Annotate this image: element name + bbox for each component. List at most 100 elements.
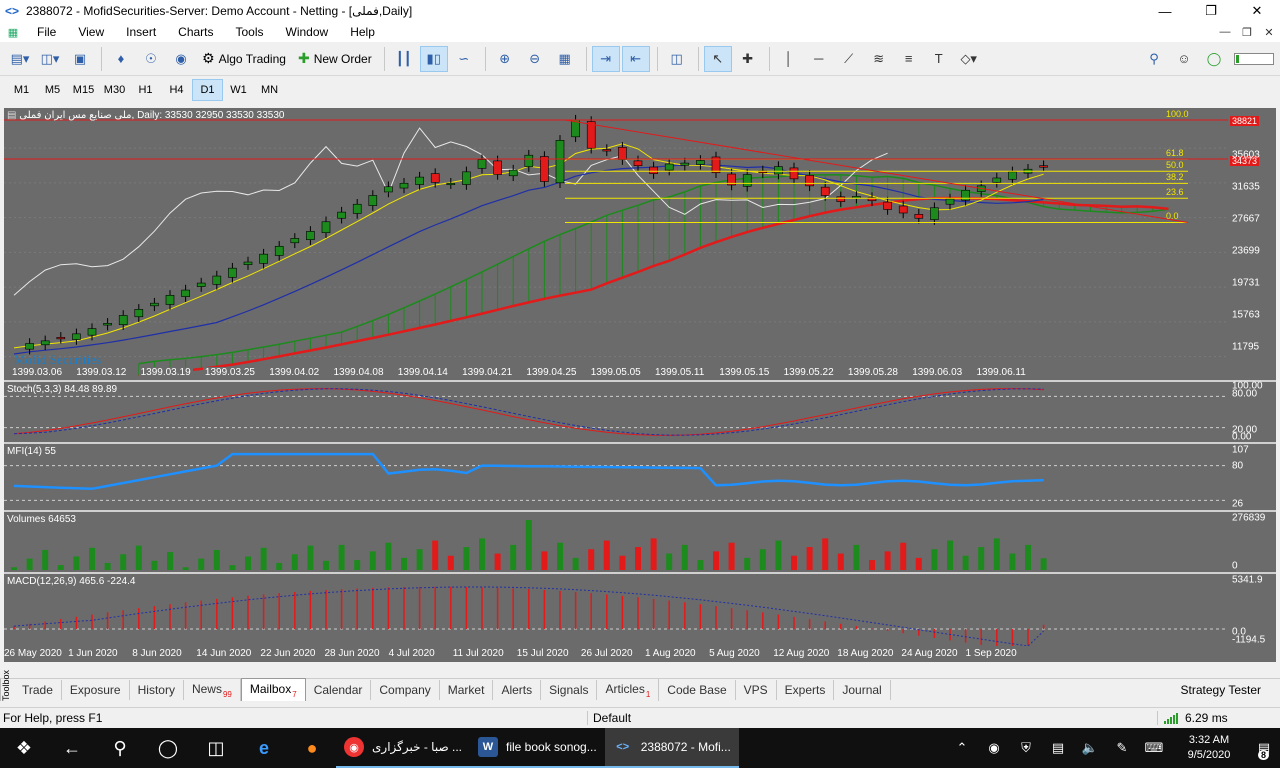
tab-trade[interactable]: Trade: [14, 679, 62, 700]
tab-calendar[interactable]: Calendar: [306, 679, 372, 700]
search-icon[interactable]: ⚲: [1140, 46, 1168, 72]
minimize-button[interactable]: —: [1142, 0, 1188, 22]
new-order-button[interactable]: ✚ New Order: [293, 46, 377, 72]
equidistant-channel-icon[interactable]: ≋: [865, 46, 893, 72]
vertical-line-icon[interactable]: │: [775, 46, 803, 72]
tile-windows-icon[interactable]: ▦: [551, 46, 579, 72]
taskbar-app-metatrader[interactable]: <> 2388072 - Mofi...: [604, 728, 739, 768]
fibonacci-icon[interactable]: ≡: [895, 46, 923, 72]
strategy-tester-icon[interactable]: ▣: [66, 46, 94, 72]
tab-mailbox[interactable]: Mailbox7: [240, 678, 306, 701]
volumes-pane[interactable]: Volumes 64653: [4, 512, 1228, 572]
search-icon[interactable]: ⚲: [96, 728, 144, 768]
shapes-icon[interactable]: ◇▾: [955, 46, 983, 72]
tab-alerts[interactable]: Alerts: [493, 679, 542, 700]
time-axis[interactable]: 26 May 2020 1 Jun 2020 8 Jun 2020 14 Jun 20…: [4, 646, 1276, 662]
timeframe-w1[interactable]: W1: [223, 79, 254, 101]
trendline-icon[interactable]: ⟋: [835, 46, 863, 72]
chart-shift-icon[interactable]: ⇤: [621, 45, 650, 72]
menu-tools[interactable]: Tools: [225, 22, 275, 42]
system-clock[interactable]: 3:32 AM 9/5/2020: [1170, 733, 1248, 763]
close-button[interactable]: ✕: [1234, 0, 1280, 22]
tab-company[interactable]: Company: [371, 679, 440, 700]
horizontal-line-icon[interactable]: ─: [805, 46, 833, 72]
menu-help[interactable]: Help: [339, 22, 386, 42]
navigator-icon[interactable]: ☉: [137, 46, 165, 72]
crosshair-icon[interactable]: ✚: [734, 46, 762, 72]
cortana-icon[interactable]: ◯: [144, 728, 192, 768]
menu-file[interactable]: File: [26, 22, 67, 42]
stochastic-pane[interactable]: Stoch(5,3,3) 84.48 89.89: [4, 382, 1228, 442]
timeframe-m30[interactable]: M30: [99, 79, 130, 101]
chevron-up-icon[interactable]: ⌃: [946, 740, 978, 756]
tab-market[interactable]: Market: [440, 679, 494, 700]
shield-icon[interactable]: ⛨: [1010, 740, 1042, 756]
menu-insert[interactable]: Insert: [115, 22, 167, 42]
chart-minimize-button[interactable]: —: [1214, 26, 1236, 39]
globe-icon[interactable]: ◉: [978, 740, 1010, 756]
chart-window[interactable]: ▤ ملی صنایع مس ایران فملی, Daily: 33530 …: [4, 108, 1276, 662]
indicators-icon[interactable]: ◫: [663, 46, 691, 72]
price-pane[interactable]: ▤ ملی صنایع مس ایران فملی, Daily: 33530 …: [4, 108, 1228, 380]
timeframe-h1[interactable]: H1: [130, 79, 161, 101]
tab-experts[interactable]: Experts: [777, 679, 835, 700]
strategy-tester-button[interactable]: Strategy Tester: [1181, 683, 1280, 697]
keyboard-icon[interactable]: ⌨: [1138, 740, 1170, 756]
volume-bar-down: [713, 551, 719, 570]
auto-scroll-icon[interactable]: ⇥: [591, 45, 620, 72]
signals-icon[interactable]: ◉: [167, 46, 195, 72]
chart-restore-button[interactable]: ❐: [1236, 26, 1258, 39]
zoom-in-icon[interactable]: ⊕: [491, 46, 519, 72]
back-arrow-icon[interactable]: ←: [48, 728, 96, 768]
menu-charts[interactable]: Charts: [167, 22, 224, 42]
timeframe-m15[interactable]: M15: [68, 79, 99, 101]
toolbox-toggle[interactable]: Toolbox: [0, 669, 14, 701]
tab-news[interactable]: News99: [184, 678, 241, 701]
tab-articles[interactable]: Articles1: [597, 678, 660, 701]
tab-exposure[interactable]: Exposure: [62, 679, 130, 700]
edge-icon[interactable]: e: [240, 728, 288, 768]
algo-trading-button[interactable]: ⚙ Algo Trading: [197, 46, 291, 72]
timeframe-m1[interactable]: M1: [6, 79, 37, 101]
taskbar-app-chrome[interactable]: ◉ صبا - خبرگزاری ...: [336, 728, 470, 768]
maximize-button[interactable]: ❐: [1188, 0, 1234, 22]
new-chart-icon[interactable]: ▤▾: [6, 46, 34, 72]
connection-status[interactable]: 6.29 ms: [1158, 711, 1228, 725]
tab-code-base[interactable]: Code Base: [659, 679, 736, 700]
level-icon[interactable]: ◯: [1200, 46, 1228, 72]
account-icon[interactable]: ☺: [1170, 46, 1198, 72]
timeframe-m5[interactable]: M5: [37, 79, 68, 101]
tab-signals[interactable]: Signals: [541, 679, 598, 700]
market-watch-icon[interactable]: ♦: [107, 46, 135, 72]
profiles-icon[interactable]: ◫▾: [36, 46, 64, 72]
profile-name[interactable]: Default: [588, 710, 1158, 725]
bar-chart-icon[interactable]: ┃┃: [390, 46, 418, 72]
volume-muted-icon[interactable]: 🔈: [1074, 740, 1106, 756]
menu-window[interactable]: Window: [275, 22, 340, 42]
tab-vps[interactable]: VPS: [736, 679, 777, 700]
cursor-icon[interactable]: ↖: [703, 45, 732, 72]
windows-start-icon[interactable]: ❖: [0, 728, 48, 768]
candlestick-chart-icon[interactable]: ▮▯: [419, 45, 448, 72]
menu-view[interactable]: View: [67, 22, 115, 42]
tab-history[interactable]: History: [130, 679, 184, 700]
tab-journal[interactable]: Journal: [834, 679, 891, 700]
timeframe-h4[interactable]: H4: [161, 79, 192, 101]
chart-window-icon[interactable]: ▦: [0, 26, 26, 39]
taskbar-app-word[interactable]: W file book sonog...: [470, 728, 605, 768]
line-chart-icon[interactable]: ∽: [450, 46, 478, 72]
macd-pane[interactable]: MACD(12,26,9) 465.6 -224.4: [4, 574, 1228, 646]
zoom-out-icon[interactable]: ⊖: [521, 46, 549, 72]
pen-icon[interactable]: ✎: [1106, 740, 1138, 756]
text-icon[interactable]: T: [925, 46, 953, 72]
timeframe-mn[interactable]: MN: [254, 79, 285, 101]
timeframe-d1[interactable]: D1: [192, 79, 223, 101]
price-axis[interactable]: 38821 34373 35603 31635 27667 23699 1973…: [1228, 108, 1276, 380]
mfi-pane[interactable]: MFI(14) 55: [4, 444, 1228, 510]
network-icon[interactable]: ▤: [1042, 740, 1074, 756]
notification-center-icon[interactable]: ▤ 8: [1248, 740, 1280, 760]
chart-close-button[interactable]: ✕: [1258, 26, 1280, 39]
firefox-icon[interactable]: ●: [288, 728, 336, 768]
chart-settings-icon[interactable]: ▤: [7, 110, 16, 121]
task-view-icon[interactable]: ◫: [192, 728, 240, 768]
